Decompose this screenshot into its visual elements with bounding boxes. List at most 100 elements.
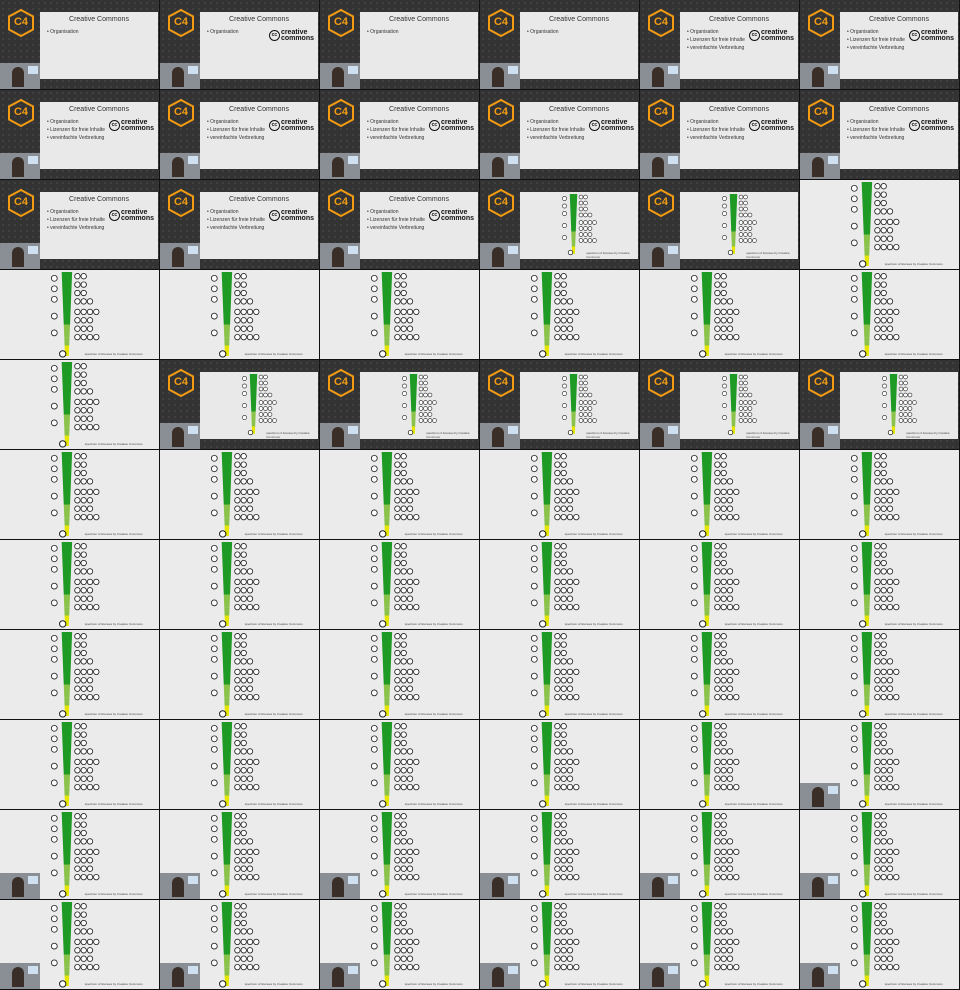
video-frame-thumbnail[interactable]: C4Creative CommonsOrganisation (320, 0, 480, 90)
video-frame-thumbnail[interactable]: spectrum of licenses by Creative Commons (320, 450, 480, 540)
bullet-list: Organisation (207, 28, 238, 36)
video-frame-thumbnail[interactable]: spectrum of licenses by Creative Commons (160, 450, 320, 540)
video-frame-thumbnail[interactable]: spectrum of licenses by Creative Commons (480, 810, 640, 900)
license-spectrum-graphic (850, 272, 900, 358)
spectrum-band-4 (224, 697, 230, 706)
video-frame-thumbnail[interactable]: C4Creative CommonsOrganisationcccreative… (160, 0, 320, 90)
video-frame-thumbnail[interactable]: spectrum of licenses by Creative Commons (480, 630, 640, 720)
video-frame-thumbnail[interactable]: spectrum of licenses by Creative Commons (0, 810, 160, 900)
video-frame-thumbnail[interactable]: spectrum of licenses by Creative Commons (320, 270, 480, 360)
license-icon (560, 649, 567, 657)
video-frame-thumbnail[interactable]: C4 spectrum of licenses by Creative Commo… (480, 180, 640, 270)
video-frame-thumbnail[interactable]: spectrum of licenses by Creative Commons (640, 900, 800, 990)
video-frame-thumbnail[interactable]: spectrum of licenses by Creative Commons (320, 540, 480, 630)
video-frame-thumbnail[interactable]: spectrum of licenses by Creative Commons (640, 720, 800, 810)
license-icon (726, 568, 734, 575)
video-frame-thumbnail[interactable]: spectrum of licenses by Creative Commons (800, 630, 960, 720)
video-frame-thumbnail[interactable]: C4 spectrum of licenses by Creative Commo… (160, 360, 320, 450)
video-frame-thumbnail[interactable]: spectrum of licenses by Creative Commons (480, 270, 640, 360)
video-frame-thumbnail[interactable]: spectrum of licenses by Creative Commons (640, 810, 800, 900)
license-icon (423, 400, 428, 405)
video-frame-thumbnail[interactable]: spectrum of licenses by Creative Commons (320, 720, 480, 810)
license-icon (722, 376, 727, 381)
slide-title: Creative Commons (229, 106, 289, 113)
video-frame-thumbnail[interactable]: spectrum of licenses by Creative Commons (0, 540, 160, 630)
video-frame-thumbnail[interactable]: C4Creative CommonsOrganisationLizenzen f… (0, 180, 160, 270)
video-frame-thumbnail[interactable]: spectrum of licenses by Creative Commons (0, 900, 160, 990)
license-icon (86, 775, 94, 782)
video-frame-thumbnail[interactable]: C4Creative CommonsOrganisationLizenzen f… (0, 90, 160, 180)
video-frame-thumbnail[interactable]: C4Creative CommonsOrganisationLizenzen f… (160, 90, 320, 180)
license-icon (210, 565, 218, 573)
license-icon (850, 222, 858, 230)
slide-area: spectrum of licenses by Creative Commons (200, 372, 318, 439)
video-frame-thumbnail[interactable]: C4Creative CommonsOrganisationLizenzen f… (320, 90, 480, 180)
video-frame-thumbnail[interactable]: spectrum of licenses by Creative Commons (800, 540, 960, 630)
video-frame-thumbnail[interactable]: spectrum of licenses by Creative Commons (480, 900, 640, 990)
video-frame-thumbnail[interactable]: spectrum of licenses by Creative Commons (640, 270, 800, 360)
video-frame-thumbnail[interactable]: spectrum of licenses by Creative Commons (320, 810, 480, 900)
license-icon (86, 693, 94, 701)
video-frame-thumbnail[interactable]: spectrum of licenses by Creative Commons (800, 450, 960, 540)
spectrum-band-2 (222, 573, 231, 595)
spectrum-band-1 (861, 272, 873, 304)
spectrum-band-3 (863, 594, 871, 608)
video-frame-thumbnail[interactable]: spectrum of licenses by Creative Commons (0, 270, 160, 360)
video-frame-thumbnail[interactable]: spectrum of licenses by Creative Commons (640, 540, 800, 630)
video-frame-thumbnail[interactable]: C4 spectrum of licenses by Creative Commo… (480, 360, 640, 450)
license-icon (234, 955, 241, 962)
license-icon (394, 947, 401, 954)
video-frame-thumbnail[interactable]: spectrum of licenses by Creative Commons (0, 630, 160, 720)
video-frame-thumbnail[interactable]: spectrum of licenses by Creative Commons (800, 720, 960, 810)
video-frame-thumbnail[interactable]: spectrum of licenses by Creative Commons (0, 360, 160, 450)
video-frame-thumbnail[interactable]: spectrum of licenses by Creative Commons (0, 450, 160, 540)
video-frame-thumbnail[interactable]: spectrum of licenses by Creative Commons (480, 450, 640, 540)
video-frame-thumbnail[interactable]: C4Creative CommonsOrganisationLizenzen f… (320, 180, 480, 270)
video-frame-thumbnail[interactable]: C4Creative CommonsOrganisationLizenzen f… (640, 90, 800, 180)
video-frame-thumbnail[interactable]: C4Creative CommonsOrganisation (0, 0, 160, 90)
video-frame-thumbnail[interactable]: C4Creative CommonsOrganisationLizenzen f… (640, 0, 800, 90)
video-frame-thumbnail[interactable]: spectrum of licenses by Creative Commons (160, 900, 320, 990)
bullet-item: Organisation (367, 118, 425, 126)
video-frame-thumbnail[interactable]: C4Creative CommonsOrganisationLizenzen f… (160, 180, 320, 270)
video-frame-thumbnail[interactable]: spectrum of licenses by Creative Commons (0, 720, 160, 810)
video-frame-thumbnail[interactable]: C4Creative CommonsOrganisationLizenzen f… (480, 90, 640, 180)
license-icon (726, 775, 734, 782)
laptop-screen (188, 156, 198, 164)
license-icon (573, 783, 580, 791)
video-frame-thumbnail[interactable]: C4 spectrum of licenses by Creative Commo… (320, 360, 480, 450)
license-icon (690, 465, 698, 473)
laptop-screen (28, 246, 38, 254)
video-frame-thumbnail[interactable]: C4 spectrum of licenses by Creative Commo… (640, 360, 800, 450)
video-frame-thumbnail[interactable]: spectrum of licenses by Creative Commons (640, 450, 800, 540)
spectrum-band-3 (383, 864, 391, 878)
video-frame-thumbnail[interactable]: spectrum of licenses by Creative Commons (800, 270, 960, 360)
copyright-icon (539, 530, 547, 538)
license-icon (530, 672, 538, 680)
video-frame-thumbnail[interactable]: spectrum of licenses by Creative Commons (160, 630, 320, 720)
video-frame-thumbnail[interactable]: spectrum of licenses by Creative Commons (160, 810, 320, 900)
video-frame-thumbnail[interactable]: C4Creative CommonsOrganisation (480, 0, 640, 90)
license-icon (743, 406, 748, 411)
c4-logo: C4 (646, 8, 676, 38)
video-frame-thumbnail[interactable]: spectrum of licenses by Creative Commons (800, 900, 960, 990)
license-icon (886, 603, 894, 611)
video-frame-thumbnail[interactable]: C4 spectrum of licenses by Creative Commo… (640, 180, 800, 270)
video-frame-thumbnail[interactable]: spectrum of licenses by Creative Commons (320, 900, 480, 990)
video-frame-thumbnail[interactable]: spectrum of licenses by Creative Commons (640, 630, 800, 720)
spectrum-band-4 (864, 337, 870, 346)
video-frame-thumbnail[interactable]: C4Creative CommonsOrganisationLizenzen f… (800, 90, 960, 180)
video-frame-thumbnail[interactable]: C4Creative CommonsOrganisationLizenzen f… (800, 0, 960, 90)
video-frame-thumbnail[interactable]: spectrum of licenses by Creative Commons (480, 720, 640, 810)
license-icon (80, 857, 87, 864)
spectrum-band-1 (569, 374, 578, 397)
video-frame-thumbnail[interactable]: spectrum of licenses by Creative Commons (320, 630, 480, 720)
video-frame-thumbnail[interactable]: spectrum of licenses by Creative Commons (800, 180, 960, 270)
video-frame-thumbnail[interactable]: spectrum of licenses by Creative Commons (160, 720, 320, 810)
license-spectrum-graphic (210, 902, 260, 988)
video-frame-thumbnail[interactable]: spectrum of licenses by Creative Commons (800, 810, 960, 900)
video-frame-thumbnail[interactable]: spectrum of licenses by Creative Commons (160, 540, 320, 630)
video-frame-thumbnail[interactable]: C4 spectrum of licenses by Creative Commo… (800, 360, 960, 450)
video-frame-thumbnail[interactable]: spectrum of licenses by Creative Commons (160, 270, 320, 360)
video-frame-thumbnail[interactable]: spectrum of licenses by Creative Commons (480, 540, 640, 630)
